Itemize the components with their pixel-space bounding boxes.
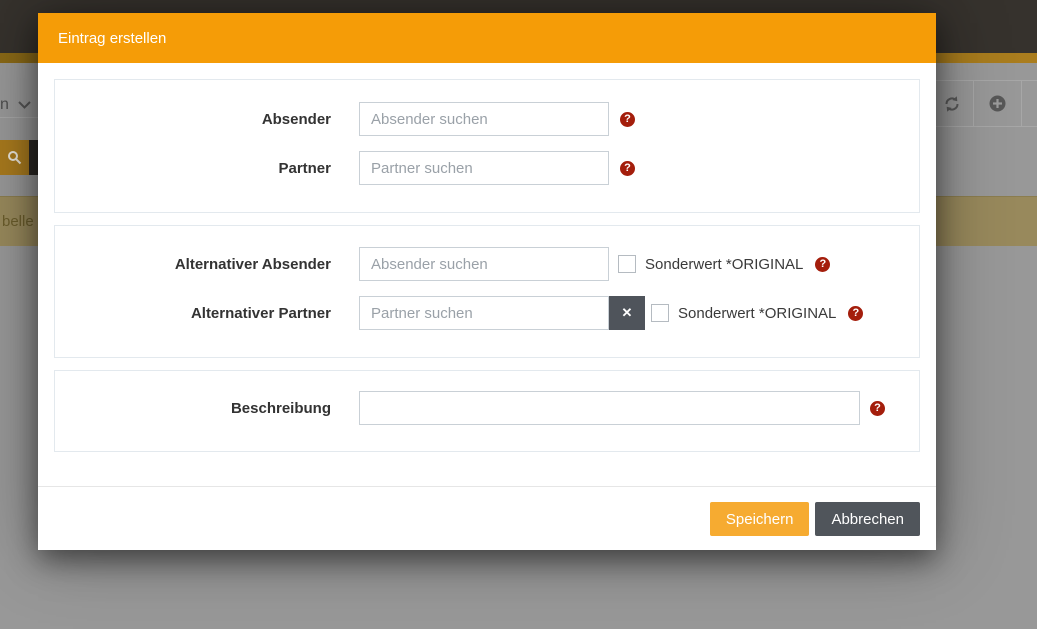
alt-partner-sonderwert-group: Sonderwert *ORIGINAL ? [651,304,863,322]
dialog-footer: Speichern Abbrechen [710,502,920,536]
alt-absender-sonderwert-group: Sonderwert *ORIGINAL ? [618,255,830,273]
alt-absender-sonderwert-label: Sonderwert *ORIGINAL [645,256,803,273]
search-icon [7,150,22,165]
alt-partner-label: Alternativer Partner [55,305,331,322]
beschreibung-help-icon[interactable]: ? [870,401,885,416]
beschreibung-label: Beschreibung [55,400,331,417]
partner-help-icon[interactable]: ? [620,161,635,176]
dialog-title: Eintrag erstellen [58,30,166,47]
filter-dropdown-label: n [0,96,9,114]
absender-label: Absender [55,111,331,128]
partner-row: Partner ? [55,151,919,185]
beschreibung-row: Beschreibung ? [55,391,919,425]
beschreibung-input[interactable] [359,391,860,425]
clear-icon: ✕ [622,305,633,321]
alt-absender-label: Alternativer Absender [55,256,331,273]
alternative-section: Alternativer Absender Sonderwert *ORIGIN… [54,225,920,358]
filter-dropdown[interactable]: n [0,92,31,117]
alt-partner-search-input[interactable] [359,296,609,330]
partner-label: Partner [55,160,331,177]
alt-partner-row: Alternativer Partner ✕ Sonderwert *ORIGI… [55,296,919,330]
chevron-down-icon [18,101,31,109]
alt-absender-sonderwert-checkbox[interactable] [618,255,636,273]
toolbar-actions [930,80,1037,127]
absender-row: Absender ? [55,102,919,136]
toolbar-divider [0,117,38,118]
sender-partner-section: Absender ? Partner ? [54,79,920,213]
cancel-button[interactable]: Abbrechen [815,502,920,536]
alt-absender-row: Alternativer Absender Sonderwert *ORIGIN… [55,247,919,281]
description-section: Beschreibung ? [54,370,920,452]
add-button[interactable] [973,81,1021,126]
toolbar-cell-partial [1021,81,1037,126]
absender-search-input[interactable] [359,102,609,136]
plus-circle-icon [989,95,1006,112]
partner-search-input[interactable] [359,151,609,185]
search-button[interactable] [0,140,29,175]
footer-divider [38,486,936,487]
refresh-button[interactable] [930,81,973,126]
screen: n belle w [0,0,1037,629]
alt-absender-help-icon[interactable]: ? [815,257,830,272]
create-entry-dialog: Eintrag erstellen Absender ? Partner ? A… [38,13,936,550]
alt-absender-search-input[interactable] [359,247,609,281]
alt-partner-input-group: ✕ [359,296,645,330]
alt-partner-sonderwert-label: Sonderwert *ORIGINAL [678,305,836,322]
save-button[interactable]: Speichern [710,502,810,536]
refresh-icon [943,95,961,113]
dialog-header: Eintrag erstellen [38,13,936,63]
alt-partner-help-icon[interactable]: ? [848,306,863,321]
alt-partner-sonderwert-checkbox[interactable] [651,304,669,322]
alt-partner-clear-button[interactable]: ✕ [609,296,645,330]
absender-help-icon[interactable]: ? [620,112,635,127]
